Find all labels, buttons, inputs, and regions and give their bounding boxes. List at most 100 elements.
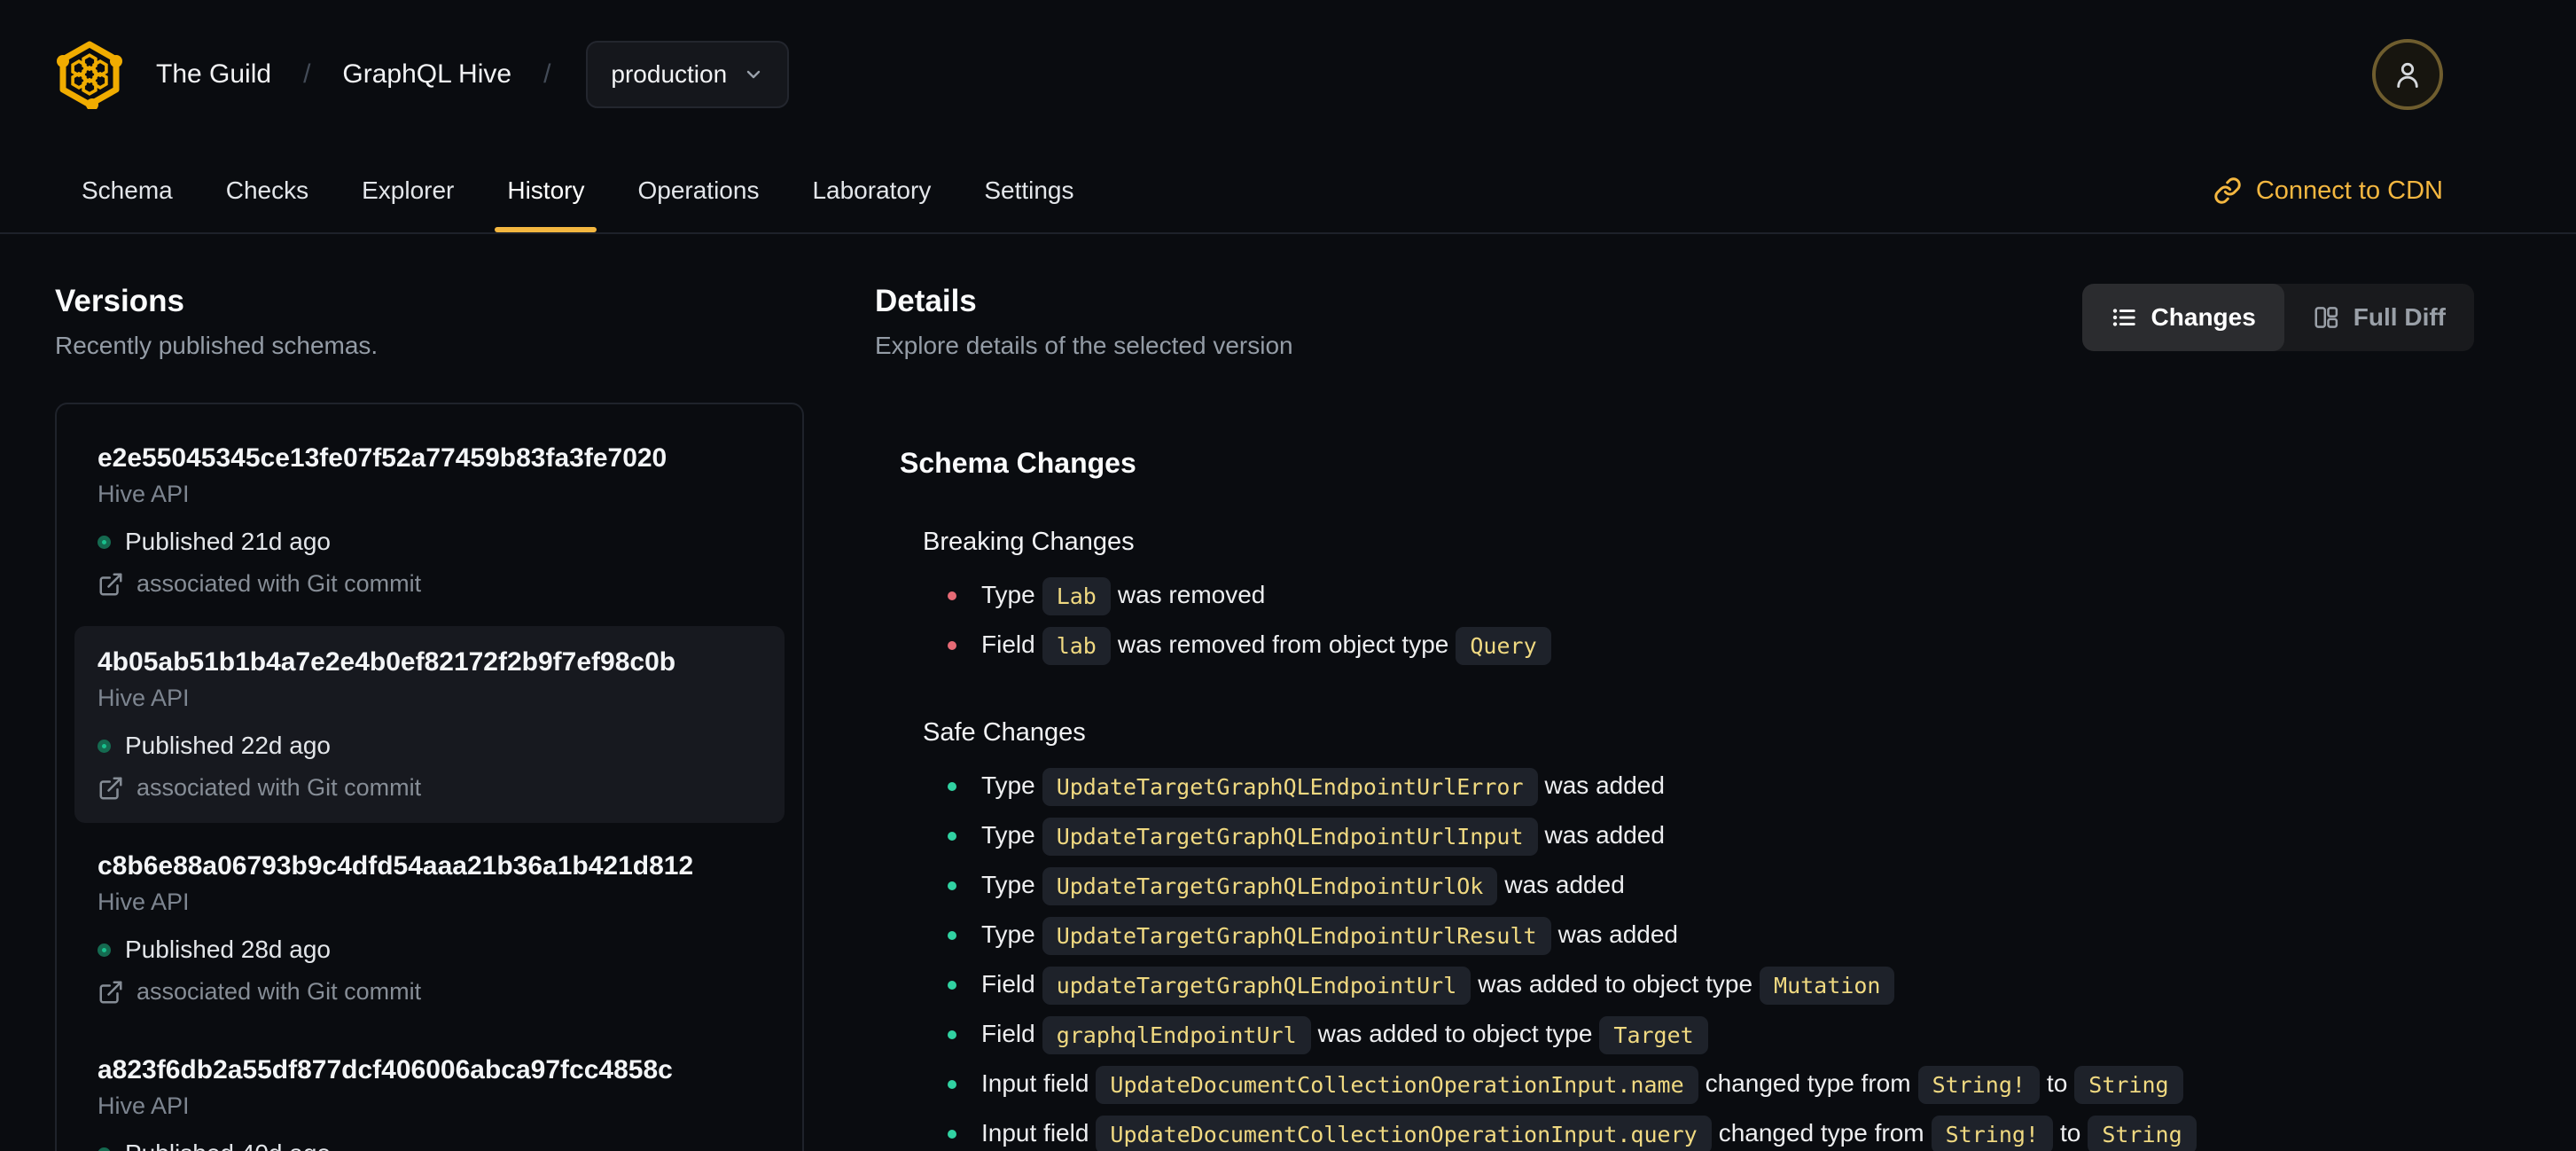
version-item[interactable]: e2e55045345ce13fe07f52a77459b83fa3fe7020… xyxy=(74,422,785,619)
tab-laboratory[interactable]: Laboratory xyxy=(785,149,957,232)
change-text: was added xyxy=(1557,920,1678,948)
version-item[interactable]: a823f6db2a55df877dcf406006abca97fcc4858c… xyxy=(74,1034,785,1151)
git-commit-link[interactable]: associated with Git commit xyxy=(98,978,761,1006)
change-bullet-icon xyxy=(948,591,956,600)
version-item[interactable]: 4b05ab51b1b4a7e2e4b0ef82172f2b9f7ef98c0b… xyxy=(74,626,785,823)
target-nav: Schema Checks Explorer History Operations Lab… xyxy=(0,149,2576,234)
change-text: was added xyxy=(1544,771,1665,799)
change-text: Field xyxy=(981,969,1035,998)
version-service-name: Hive API xyxy=(98,889,190,915)
change-description: Type UpdateTargetGraphQLEndpointUrlError w… xyxy=(981,767,1665,806)
schema-coordinate-chip: UpdateTargetGraphQLEndpointUrlInput xyxy=(1042,817,1538,856)
tab-label: Operations xyxy=(637,176,760,204)
changes-toggle-button[interactable]: Changes xyxy=(2081,284,2284,351)
version-published-row: Published 40d ago xyxy=(98,1139,761,1151)
external-link-icon xyxy=(99,981,122,1003)
change-rows: Type UpdateTargetGraphQLEndpointUrlError w… xyxy=(923,762,2474,1151)
tab-label: Settings xyxy=(984,176,1074,204)
change-description: Input field UpdateDocumentCollectionOpera… xyxy=(981,1115,2204,1151)
change-text: Type xyxy=(981,580,1035,608)
schema-changes-section: Schema Changes Breaking Changes Type Lab w… xyxy=(875,447,2474,1151)
change-groups: Breaking Changes Type Lab was removed Fiel… xyxy=(900,528,2474,1151)
change-bullet-icon xyxy=(948,782,956,791)
version-item[interactable]: c8b6e88a06793b9c4dfd54aaa21b36a1b421d812… xyxy=(74,830,785,1027)
change-text: Field xyxy=(981,1019,1035,1047)
version-service-name: Hive API xyxy=(98,481,190,507)
breadcrumb-separator: / xyxy=(303,59,311,89)
tab-label: History xyxy=(507,176,585,204)
schema-coordinate-chip: graphqlEndpointUrl xyxy=(1042,1015,1311,1054)
tab-history[interactable]: History xyxy=(480,149,611,232)
breadcrumb-separator: / xyxy=(543,59,551,89)
schema-coordinate-chip: updateTargetGraphQLEndpointUrl xyxy=(1042,966,1471,1005)
versions-title: Versions xyxy=(55,284,184,318)
version-list: e2e55045345ce13fe07f52a77459b83fa3fe7020… xyxy=(55,403,804,1151)
published-label: Published 22d ago xyxy=(125,732,331,759)
schema-coordinate-chip: UpdateTargetGraphQLEndpointUrlOk xyxy=(1042,866,1498,905)
change-group-title: Safe Changes xyxy=(923,718,1086,747)
git-commit-label: associated with Git commit xyxy=(137,570,422,597)
version-hash: e2e55045345ce13fe07f52a77459b83fa3fe7020 xyxy=(98,443,667,473)
change-text: changed type from xyxy=(1718,1118,1924,1147)
change-text: to xyxy=(2046,1069,2068,1097)
tab-operations[interactable]: Operations xyxy=(611,149,785,232)
change-row: Type UpdateTargetGraphQLEndpointUrlError w… xyxy=(948,762,2474,811)
change-text: was removed xyxy=(1117,580,1266,608)
change-text: to xyxy=(2059,1118,2081,1147)
change-text: Type xyxy=(981,870,1035,898)
full-diff-toggle-button[interactable]: Full Diff xyxy=(2284,284,2474,351)
change-text: Input field xyxy=(981,1069,1089,1097)
version-hash: 4b05ab51b1b4a7e2e4b0ef82172f2b9f7ef98c0b xyxy=(98,647,676,677)
change-bullet-icon xyxy=(948,881,956,890)
schema-coordinate-chip: lab xyxy=(1042,626,1111,665)
tab-settings[interactable]: Settings xyxy=(957,149,1100,232)
change-row: Type UpdateTargetGraphQLEndpointUrlResult… xyxy=(948,911,2474,960)
details-title: Details xyxy=(875,284,977,318)
version-published-row: Published 21d ago xyxy=(98,528,761,556)
connect-to-cdn-button[interactable]: Connect to CDN xyxy=(2213,149,2443,232)
published-status-dot xyxy=(98,535,111,549)
change-bullet-icon xyxy=(948,981,956,990)
published-status-dot xyxy=(98,739,111,753)
list-icon xyxy=(2112,309,2135,326)
changes-toggle-label: Changes xyxy=(2151,303,2256,331)
target-selector-value: production xyxy=(611,60,728,88)
git-commit-link[interactable]: associated with Git commit xyxy=(98,774,761,802)
change-description: Type UpdateTargetGraphQLEndpointUrlResult… xyxy=(981,916,1678,955)
breadcrumb-project[interactable]: GraphQL Hive xyxy=(342,59,511,90)
change-row: Field graphqlEndpointUrl was added to obje… xyxy=(948,1010,2474,1060)
external-link-icon xyxy=(99,573,122,595)
published-status-dot xyxy=(98,1147,111,1151)
link-icon xyxy=(2214,177,2241,204)
tab-label: Explorer xyxy=(362,176,455,204)
tab-schema[interactable]: Schema xyxy=(55,149,199,232)
git-commit-label: associated with Git commit xyxy=(137,774,422,801)
breadcrumb-org[interactable]: The Guild xyxy=(156,59,271,90)
person-icon xyxy=(2397,62,2418,88)
change-bullet-icon xyxy=(948,832,956,841)
target-selector[interactable]: production xyxy=(586,41,790,108)
versions-panel: Versions Recently published schemas. e2e… xyxy=(55,284,804,1151)
schema-coordinate-chip: String! xyxy=(1917,1065,2040,1104)
git-commit-label: associated with Git commit xyxy=(137,978,422,1005)
change-description: Field lab was removed from object type Quer… xyxy=(981,626,1558,665)
change-row: Input field UpdateDocumentCollectionOpera… xyxy=(948,1109,2474,1151)
user-avatar[interactable] xyxy=(2372,39,2443,110)
diff-columns-icon xyxy=(2314,307,2338,328)
change-text: Type xyxy=(981,771,1035,799)
change-text: changed type from xyxy=(1705,1069,1911,1097)
schema-coordinate-chip: UpdateTargetGraphQLEndpointUrlResult xyxy=(1042,916,1551,955)
version-service-name: Hive API xyxy=(98,685,190,711)
change-bullet-icon xyxy=(948,1130,956,1139)
published-status-dot xyxy=(98,943,111,957)
tab-label: Schema xyxy=(82,176,173,204)
schema-coordinate-chip: Lab xyxy=(1042,576,1111,615)
view-toggle: Changes Full Diff xyxy=(2081,284,2474,351)
tab-explorer[interactable]: Explorer xyxy=(335,149,480,232)
schema-coordinate-chip: UpdateTargetGraphQLEndpointUrlError xyxy=(1042,767,1538,806)
change-text: Input field xyxy=(981,1118,1089,1147)
git-commit-link[interactable]: associated with Git commit xyxy=(98,570,761,598)
tab-label: Laboratory xyxy=(812,176,932,204)
tab-checks[interactable]: Checks xyxy=(199,149,335,232)
hive-logo-icon[interactable] xyxy=(55,40,124,111)
